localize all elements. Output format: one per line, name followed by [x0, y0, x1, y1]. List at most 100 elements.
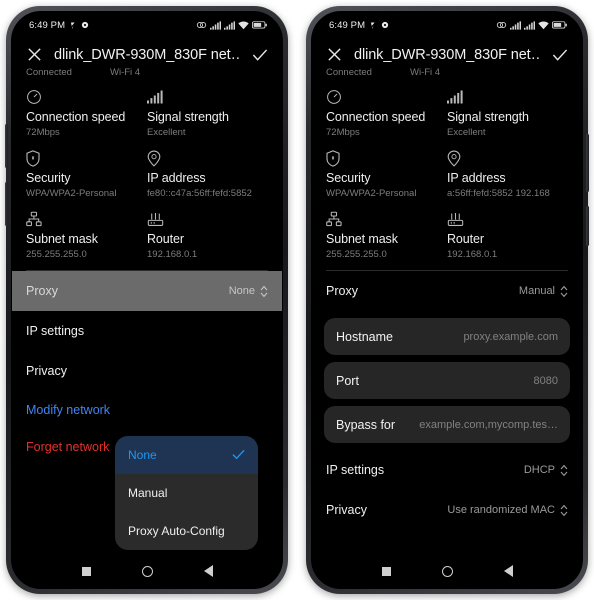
gear-icon: [381, 21, 389, 29]
info-cell-subnet-mask: Subnet mask 255.255.255.0: [26, 210, 147, 260]
speedometer-icon: [26, 88, 147, 106]
info-label: Router: [447, 232, 484, 246]
data-saver-icon: [496, 21, 507, 29]
info-value: 72Mbps: [326, 127, 360, 138]
close-icon[interactable]: [26, 46, 43, 63]
privacy-row-label: Privacy: [26, 364, 67, 378]
settings-body-right[interactable]: Connection speed 72Mbps Signal strength …: [312, 78, 582, 554]
nav-bar-left: [12, 554, 282, 588]
ip-settings-value-group: DHCP: [524, 464, 568, 477]
spinner-updown-icon: [560, 285, 568, 298]
square-recents-icon[interactable]: [81, 566, 91, 576]
connection-subheader-left: Connected Wi-Fi 4: [12, 65, 282, 78]
info-cell-security: Security WPA/WPA2-Personal: [326, 149, 447, 199]
ip-settings-row-value: DHCP: [523, 464, 555, 476]
wifi-icon: [538, 20, 549, 30]
hostname-field-label: Hostname: [336, 329, 393, 344]
proxy-row-label: Proxy: [326, 284, 358, 298]
proxy-row[interactable]: Proxy Manual: [312, 271, 582, 311]
triangle-back-icon[interactable]: [203, 565, 213, 577]
info-cell-security: Security WPA/WPA2-Personal: [26, 149, 147, 199]
settings-body-left[interactable]: Connection speed 72Mbps Signal strength …: [12, 78, 282, 554]
info-value: a:56ff:fefd:5852 192.168: [447, 188, 550, 199]
page-header-left: dlink_DWR-930M_830F net…: [12, 38, 282, 65]
info-value: Excellent: [147, 127, 186, 138]
square-recents-icon[interactable]: [381, 566, 391, 576]
signal-bars-sim2-icon: [524, 20, 535, 30]
check-icon[interactable]: [251, 46, 268, 63]
info-value: Excellent: [447, 127, 486, 138]
circle-home-icon[interactable]: [141, 565, 153, 577]
shield-lock-icon: [326, 149, 447, 167]
proxy-dropdown-menu[interactable]: None Manual Proxy Auto-Config: [115, 436, 258, 550]
info-label: IP address: [147, 171, 206, 185]
info-label: Signal strength: [447, 110, 529, 124]
port-field-input[interactable]: 8080: [534, 375, 558, 387]
connection-subheader-right: Connected Wi-Fi 4: [312, 65, 582, 78]
circle-home-icon[interactable]: [441, 565, 453, 577]
info-cell-ip-address: IP address fe80::c47a:56ff:fefd:5852: [147, 149, 268, 199]
port-field[interactable]: Port 8080: [324, 362, 570, 399]
info-value: 255.255.255.0: [26, 249, 87, 260]
proxy-row-value-group: None: [229, 285, 268, 298]
close-icon[interactable]: [326, 46, 343, 63]
connection-status: Connected: [26, 67, 72, 78]
dropdown-item-label: Manual: [128, 486, 168, 500]
network-topology-icon: [326, 210, 447, 228]
hostname-field-input[interactable]: proxy.example.com: [463, 331, 558, 343]
modify-network-link[interactable]: Modify network: [12, 391, 282, 428]
info-cell-connection-speed: Connection speed 72Mbps: [26, 88, 147, 138]
phone-left-inner: 6:49 PM dlink_DWR-930M_830F net… Connect…: [11, 11, 283, 589]
privacy-value-group: Use randomized MAC: [447, 504, 568, 517]
power-button-right[interactable]: [586, 134, 589, 192]
volume-button-right[interactable]: [586, 206, 589, 246]
status-bar-right: 6:49 PM: [312, 12, 582, 38]
dropdown-item-none[interactable]: None: [115, 436, 258, 474]
info-label: Router: [147, 232, 184, 246]
spinner-updown-icon: [560, 464, 568, 477]
status-bar-clock: 6:49 PM: [29, 19, 66, 31]
phone-right-inner: 6:49 PM dlink_DWR-930M_830F net… Connect…: [311, 11, 583, 589]
info-cell-ip-address: IP address a:56ff:fefd:5852 192.168: [447, 149, 568, 199]
info-cell-router: Router 192.168.0.1: [147, 210, 268, 260]
bypass-for-field-input[interactable]: example.com,mycomp.tes…: [419, 419, 558, 431]
ip-settings-row[interactable]: IP settings DHCP: [312, 450, 582, 490]
info-value: 255.255.255.0: [326, 249, 387, 260]
signal-bars-sim1-icon: [510, 20, 521, 30]
info-label: Connection speed: [26, 110, 126, 124]
hostname-field[interactable]: Hostname proxy.example.com: [324, 318, 570, 355]
info-value: 192.168.0.1: [147, 249, 198, 260]
info-cell-subnet-mask: Subnet mask 255.255.255.0: [326, 210, 447, 260]
status-bar-right-group: [496, 20, 567, 30]
dropdown-item-manual[interactable]: Manual: [115, 474, 258, 512]
phone-right: 6:49 PM dlink_DWR-930M_830F net… Connect…: [306, 6, 589, 594]
proxy-row-value-group: Manual: [519, 285, 568, 298]
volume-up-button-left[interactable]: [5, 124, 8, 168]
dropdown-item-label: Proxy Auto-Config: [128, 524, 225, 538]
privacy-row[interactable]: Privacy: [12, 351, 282, 391]
status-bar-left-group: 6:49 PM: [329, 20, 389, 31]
nav-bar-right: [312, 554, 582, 588]
screen-left: 6:49 PM dlink_DWR-930M_830F net… Connect…: [12, 12, 282, 588]
ip-settings-row[interactable]: IP settings: [12, 311, 282, 351]
router-icon: [447, 210, 568, 228]
page-title: dlink_DWR-930M_830F net…: [54, 46, 240, 63]
dropdown-item-label: None: [128, 448, 157, 462]
triangle-back-icon[interactable]: [503, 565, 513, 577]
spinner-updown-icon: [260, 285, 268, 298]
proxy-row[interactable]: Proxy None: [12, 271, 282, 311]
dropdown-item-proxy-auto-config[interactable]: Proxy Auto-Config: [115, 512, 258, 550]
volume-down-button-left[interactable]: [5, 182, 8, 226]
status-bar-left: 6:49 PM: [12, 12, 282, 38]
info-value: 192.168.0.1: [447, 249, 498, 260]
info-cell-router: Router 192.168.0.1: [447, 210, 568, 260]
wifi-standard: Wi-Fi 4: [410, 67, 441, 78]
privacy-row[interactable]: Privacy Use randomized MAC: [312, 490, 582, 530]
check-icon[interactable]: [551, 46, 568, 63]
proxy-row-value: None: [228, 285, 255, 297]
page-title: dlink_DWR-930M_830F net…: [354, 46, 540, 63]
speedometer-icon: [326, 88, 447, 106]
connection-status: Connected: [326, 67, 372, 78]
info-label: IP address: [447, 171, 506, 185]
bypass-for-field[interactable]: Bypass for example.com,mycomp.tes…: [324, 406, 570, 443]
